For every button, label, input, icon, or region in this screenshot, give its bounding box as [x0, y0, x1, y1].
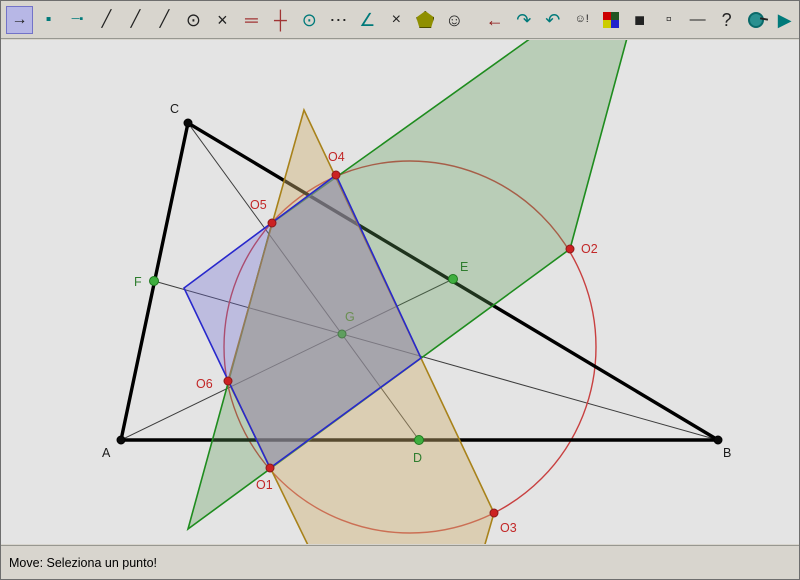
parallel-line-tool-icon: ═ [245, 11, 258, 29]
construction-svg: A B C D E F G O1 O2 O3 O4 O5 O6 [1, 40, 799, 544]
toolbar: → ▪ ─▪ ╱ ╱ ╱ ⊙ × ═ ┼ ⊙ ⋯ ∠ × ☺ ← ↷ ↶ ☺! ■ ▫ —? ▶ [1, 1, 799, 39]
polygon-icon [416, 11, 434, 28]
point-A[interactable] [117, 436, 125, 444]
label-O5: O5 [250, 198, 267, 212]
segment-between-points-tool-button[interactable]: ╱ [93, 6, 120, 34]
point-style-button-icon: ▫ [666, 12, 672, 28]
circle-three-points-tool-button[interactable]: ⊙ [296, 6, 323, 34]
point-O4[interactable] [332, 171, 340, 179]
label-B: B [723, 446, 731, 460]
label-C: C [170, 102, 179, 116]
segment-with-point-tool-icon: ─▪ [72, 14, 84, 25]
ray-tool-button[interactable]: ╱ [122, 6, 149, 34]
new-point-tool-icon: ▪ [46, 12, 52, 28]
undo-button-button[interactable]: ← [481, 6, 508, 34]
geometry-app-window: → ▪ ─▪ ╱ ╱ ╱ ⊙ × ═ ┼ ⊙ ⋯ ∠ × ☺ ← ↷ ↶ ☺! ■ ▫ —? ▶ A B C D E F G O1 O2 O3… [0, 0, 800, 580]
intersect-tool-button[interactable]: × [209, 6, 236, 34]
point-O6[interactable] [224, 377, 232, 385]
point-E[interactable] [449, 275, 458, 284]
segment-with-point-tool-button[interactable]: ─▪ [64, 6, 91, 34]
point-B[interactable] [714, 436, 722, 444]
point-O2[interactable] [566, 245, 574, 253]
midpoint-tool-button[interactable]: ⋯ [325, 6, 352, 34]
relation-tool-button[interactable]: ☺ [441, 6, 468, 34]
relation-tool-icon: ☺ [445, 11, 463, 29]
undo-button-icon: ← [486, 11, 504, 29]
angle-tool-icon: ∠ [359, 11, 375, 29]
perpendicular-line-tool-button[interactable]: ┼ [267, 6, 294, 34]
point-F[interactable] [150, 277, 159, 286]
status-bar: Move: Seleziona un punto! [1, 545, 799, 580]
help-button-button[interactable]: ? [713, 6, 740, 34]
point-C[interactable] [184, 119, 192, 127]
segment-between-points-tool-icon: ╱ [102, 12, 112, 28]
fill-color-button-button[interactable]: ■ [626, 6, 653, 34]
relation-check-button-button[interactable]: ☺! [568, 6, 595, 34]
delete-object-tool-icon: × [392, 12, 401, 28]
move-tool-button[interactable]: → [6, 6, 33, 34]
point-O1[interactable] [266, 464, 274, 472]
circle-center-point-tool-icon: ⊙ [186, 11, 201, 29]
point-O5[interactable] [268, 219, 276, 227]
label-O1: O1 [256, 478, 273, 492]
redo-object-button-icon: ↷ [516, 11, 531, 29]
play-button-button[interactable]: ▶ [771, 6, 798, 34]
line-through-points-tool-icon: ╱ [160, 12, 170, 28]
label-G: G [345, 310, 355, 324]
line-style-button-icon: — [690, 12, 706, 28]
point-G[interactable] [338, 330, 346, 338]
ray-tool-icon: ╱ [131, 12, 141, 28]
delete-object-tool-button[interactable]: × [383, 6, 410, 34]
label-O4: O4 [328, 150, 345, 164]
point-D[interactable] [415, 436, 424, 445]
circle-center-point-tool-button[interactable]: ⊙ [180, 6, 207, 34]
play-button-icon: ▶ [778, 11, 792, 29]
new-point-tool-button[interactable]: ▪ [35, 6, 62, 34]
magnifier-icon [748, 12, 764, 28]
undo-object-button-button[interactable]: ↶ [539, 6, 566, 34]
midpoint-tool-icon: ⋯ [329, 11, 347, 29]
relation-check-button-icon: ☺! [575, 14, 589, 25]
status-message: Move: Seleziona un punto! [1, 556, 157, 570]
intersect-tool-icon: × [217, 11, 228, 29]
zoom-button-button[interactable] [742, 6, 769, 34]
fill-color-button-icon: ■ [634, 11, 645, 29]
point-style-button-button[interactable]: ▫ [655, 6, 682, 34]
geometry-canvas[interactable]: A B C D E F G O1 O2 O3 O4 O5 O6 [1, 40, 799, 544]
line-through-points-tool-button[interactable]: ╱ [151, 6, 178, 34]
parallel-line-tool-button[interactable]: ═ [238, 6, 265, 34]
label-O2: O2 [581, 242, 598, 256]
help-button-icon: ? [722, 11, 732, 29]
label-O3: O3 [500, 521, 517, 535]
circle-three-points-tool-icon: ⊙ [302, 11, 317, 29]
label-F: F [134, 275, 142, 289]
toolbar-separator [469, 7, 481, 33]
color-palette-icon [603, 12, 619, 28]
label-E: E [460, 260, 468, 274]
undo-object-button-icon: ↶ [545, 11, 560, 29]
polygon-tool-button[interactable] [412, 6, 439, 34]
color-palette-button-button[interactable] [597, 6, 624, 34]
point-O3[interactable] [490, 509, 498, 517]
line-style-button-button[interactable]: — [684, 6, 711, 34]
angle-tool-button[interactable]: ∠ [354, 6, 381, 34]
redo-object-button-button[interactable]: ↷ [510, 6, 537, 34]
label-A: A [102, 446, 111, 460]
perpendicular-line-tool-icon: ┼ [274, 11, 287, 29]
move-tool-icon: → [11, 12, 27, 28]
label-O6: O6 [196, 377, 213, 391]
label-D: D [413, 451, 422, 465]
